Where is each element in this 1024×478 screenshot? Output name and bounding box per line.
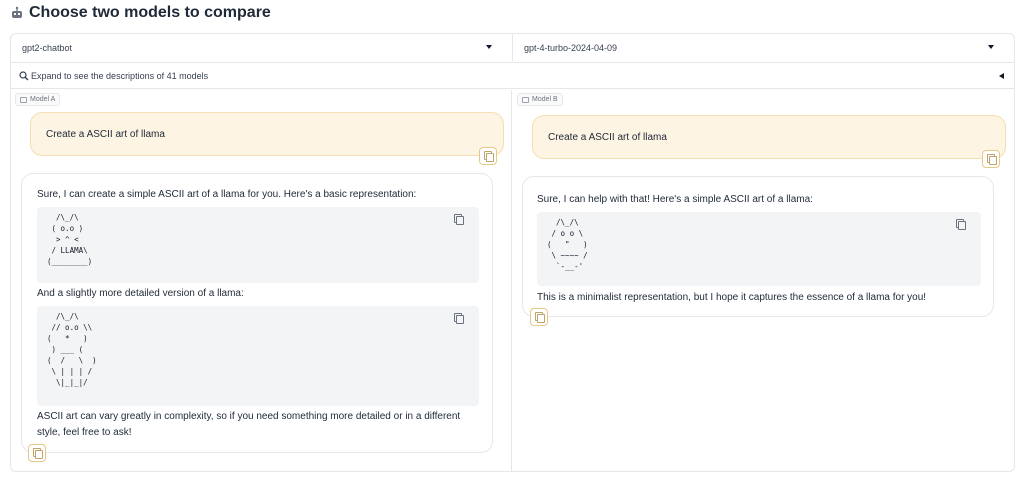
code-block: /\_/\ / o o \ ( " ) \ ~~~~ / `-__-' xyxy=(537,212,981,286)
model-a-label: Model A xyxy=(15,93,61,106)
copy-button[interactable] xyxy=(479,147,497,165)
page-header: Choose two models to compare xyxy=(10,3,271,23)
model-b-label-text: Model B xyxy=(532,96,558,103)
model-b-select-value: gpt-4-turbo-2024-04-09 xyxy=(524,42,618,53)
compare-panel: gpt2-chatbot gpt-4-turbo-2024-04-09 Expa… xyxy=(10,33,1015,472)
user-message: Create a ASCII art of llama xyxy=(532,115,1006,159)
copy-code-icon[interactable] xyxy=(955,219,967,231)
bot-message: Sure, I can create a simple ASCII art of… xyxy=(21,173,493,453)
chat-icon xyxy=(20,96,27,103)
response-outro: This is a minimalist representation, but… xyxy=(537,292,927,303)
code-block-content: /\_/\ ( o.o ) > ^ < / LLAMA\ (________) xyxy=(47,213,93,266)
robot-icon xyxy=(10,6,24,20)
model-b-select[interactable]: gpt-4-turbo-2024-04-09 xyxy=(513,34,1014,61)
model-a-label-text: Model A xyxy=(30,96,56,103)
chat-icon xyxy=(522,96,529,103)
chevron-down-icon xyxy=(486,45,492,49)
model-b-chat[interactable]: Model B Create a ASCII art of llama Sure… xyxy=(513,90,1015,472)
copy-button[interactable] xyxy=(982,150,1000,168)
user-message-text: Create a ASCII art of llama xyxy=(548,131,667,143)
model-descriptions-expander[interactable]: Expand to see the descriptions of 41 mod… xyxy=(11,62,1014,89)
response-intro: Sure, I can create a simple ASCII art of… xyxy=(37,189,417,200)
code-block: /\_/\ // o.o \\ ( * ) ) ___ ( ( / \ ) \ … xyxy=(37,306,479,406)
copy-code-icon[interactable] xyxy=(453,214,465,226)
bot-message: Sure, I can help with that! Here's a sim… xyxy=(522,176,994,317)
model-b-label: Model B xyxy=(517,93,563,106)
code-block-content: /\_/\ / o o \ ( " ) \ ~~~~ / `-__-' xyxy=(547,218,588,271)
model-a-chat[interactable]: Model A Create a ASCII art of llama Sure… xyxy=(11,90,512,472)
model-a-select[interactable]: gpt2-chatbot xyxy=(11,34,513,61)
model-a-select-value: gpt2-chatbot xyxy=(22,42,73,53)
code-block-content: /\_/\ // o.o \\ ( * ) ) ___ ( ( / \ ) \ … xyxy=(47,312,97,387)
page-title: Choose two models to compare xyxy=(29,4,271,21)
response-middle: And a slightly more detailed version of … xyxy=(37,288,244,299)
response-intro: Sure, I can help with that! Here's a sim… xyxy=(537,194,813,205)
magnifier-icon xyxy=(19,70,29,81)
copy-button[interactable] xyxy=(530,308,548,326)
code-block: /\_/\ ( o.o ) > ^ < / LLAMA\ (________) xyxy=(37,207,479,283)
expander-label: Expand to see the descriptions of 41 mod… xyxy=(31,70,209,81)
user-message-text: Create a ASCII art of llama xyxy=(46,128,165,140)
response-outro-line1: ASCII art can vary greatly in complexity… xyxy=(37,411,461,422)
model-selectors: gpt2-chatbot gpt-4-turbo-2024-04-09 xyxy=(11,34,1014,61)
response-outro-line2: style, feel free to ask! xyxy=(37,427,132,438)
copy-code-icon[interactable] xyxy=(453,313,465,325)
copy-button[interactable] xyxy=(28,444,46,462)
collapse-arrow-icon xyxy=(999,73,1004,79)
user-message: Create a ASCII art of llama xyxy=(30,112,504,156)
chevron-down-icon xyxy=(988,45,994,49)
